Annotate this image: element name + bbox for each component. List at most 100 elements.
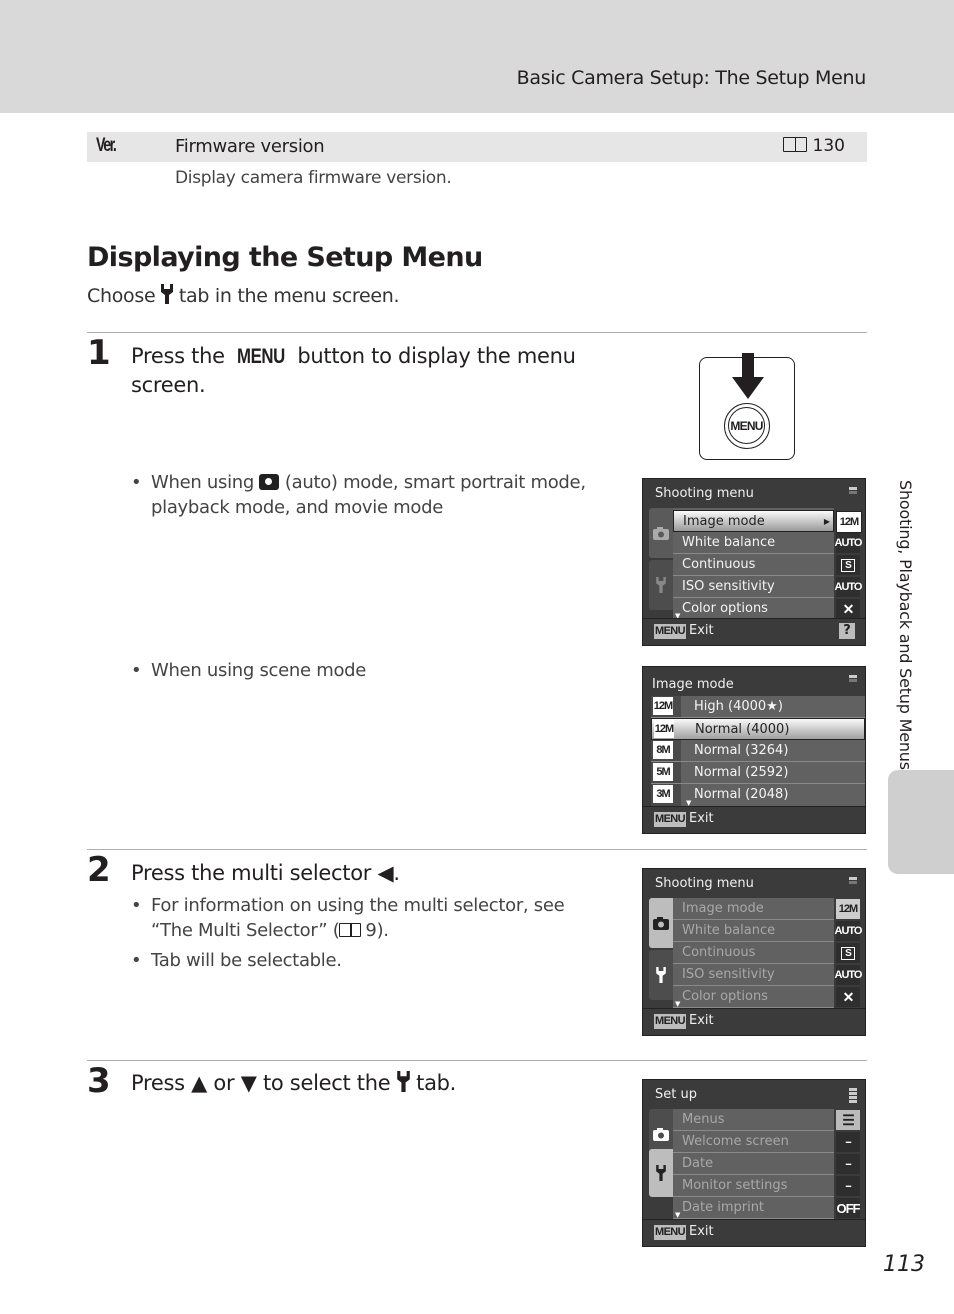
bullet-item: • When using (auto) mode, smart portrait… [131, 470, 601, 520]
camera-screen-shooting-menu: Shooting menu Image mode ▶ White balance … [642, 478, 866, 646]
step-number: 2 [87, 850, 111, 890]
chapter-thumb-tab [888, 770, 954, 874]
menu-list: Menus Welcome screen Date Monitor settin… [673, 1109, 834, 1221]
step-3-or: or [213, 1071, 235, 1095]
exit-label: Exit [689, 1013, 714, 1028]
up-arrow-icon: ▲ [191, 1071, 208, 1095]
scroll-indicator [849, 877, 857, 885]
auto-icon: AUTO [835, 533, 862, 553]
camera-tab[interactable] [649, 508, 673, 558]
screen-footer: MENU Exit [643, 1008, 865, 1035]
exit-label: Exit [689, 811, 714, 826]
auto-icon: AUTO [835, 921, 862, 941]
step-1-pre: Press the [131, 344, 225, 368]
wrench-icon [656, 967, 666, 983]
wrench-tab[interactable] [649, 560, 673, 610]
step-number: 3 [87, 1061, 111, 1101]
size-12m-star-icon: 12M [653, 697, 673, 715]
ref-page: 130 [812, 136, 845, 156]
camera-icon [653, 526, 669, 540]
bullet-item: • Tab will be selectable. [131, 948, 601, 973]
bullet-post: 9). [365, 920, 389, 941]
menu-item[interactable]: Image mode ▶ [673, 510, 834, 532]
menu-item[interactable]: Continuous [673, 942, 834, 964]
side-chapter-label: Shooting, Playback and Setup Menus [896, 480, 915, 770]
page-header: Basic Camera Setup: The Setup Menu [0, 0, 954, 113]
menu-item[interactable]: Color options [673, 598, 834, 620]
firmware-row: Ver. Firmware version 130 [87, 132, 867, 162]
divider [87, 849, 867, 850]
help-icon: ? [839, 623, 855, 639]
camera-tab[interactable] [649, 898, 673, 948]
scroll-indicator [849, 675, 857, 683]
menu-item[interactable]: Monitor settings [673, 1175, 834, 1197]
image-mode-item[interactable]: 12M High (4000★) [651, 696, 865, 718]
subtitle-pre: Choose [87, 285, 156, 307]
wrench-tab[interactable] [649, 950, 673, 1000]
more-down-icon: ▼ [675, 1211, 681, 1219]
auto-icon: AUTO [835, 965, 862, 985]
menu-item[interactable]: Menus [673, 1109, 834, 1131]
divider [87, 1060, 867, 1061]
menu-item[interactable]: White balance [673, 532, 834, 554]
scroll-indicator [849, 1088, 857, 1104]
image-mode-label: Normal (3264) [694, 743, 789, 758]
size-12m-icon: 12M [836, 511, 862, 533]
menu-item[interactable]: Date [673, 1153, 834, 1175]
menu-item-label: Image mode [683, 514, 765, 529]
step-3-post: tab. [416, 1071, 457, 1095]
wrench-icon [656, 1165, 666, 1181]
image-mode-item[interactable]: 3M Normal (2048) ▼ [651, 784, 865, 807]
menu-item[interactable]: ISO sensitivity [673, 964, 834, 986]
color-off-icon: ✕ [836, 987, 860, 1007]
not-set-icon: -- [836, 1154, 860, 1174]
size-12m-icon: 12M [654, 720, 674, 738]
step-1-text: Press the MENU button to display the men… [131, 342, 601, 400]
menu-item[interactable]: Image mode [673, 898, 834, 920]
screen-title: Shooting menu [655, 876, 754, 891]
wrench-icon [396, 1071, 410, 1092]
menu-item[interactable]: Date imprint [673, 1197, 834, 1219]
screen-title: Image mode [652, 677, 734, 692]
right-arrow-icon: ▶ [823, 517, 830, 526]
menu-item[interactable]: ISO sensitivity [673, 576, 834, 598]
bullet-pre: When using [151, 472, 255, 493]
scroll-indicator [849, 487, 857, 495]
section-subtitle: Choose tab in the menu screen. [87, 284, 400, 307]
image-mode-item[interactable]: 12M Normal (4000) [651, 718, 865, 740]
down-arrow-icon [732, 353, 764, 399]
image-mode-list: 12M High (4000★) 12M Normal (4000) 8M Norma… [651, 696, 865, 807]
firmware-label: Firmware version [175, 136, 325, 157]
section-title: Displaying the Setup Menu [87, 242, 483, 273]
menu-item[interactable]: White balance [673, 920, 834, 942]
page-number: 113 [883, 1252, 925, 1277]
version-icon: Ver. [96, 135, 117, 156]
bullet-dot: • [131, 660, 142, 681]
bullet-text: Tab will be selectable. [151, 950, 342, 971]
wrench-tab[interactable] [649, 1149, 673, 1197]
size-5m-icon: 5M [653, 763, 673, 781]
auto-icon: AUTO [835, 577, 862, 597]
menu-item[interactable]: Welcome screen [673, 1131, 834, 1153]
single-shot-icon: S [836, 943, 860, 963]
image-mode-item[interactable]: 8M Normal (3264) [651, 740, 865, 762]
menu-item[interactable]: Color options [673, 986, 834, 1008]
menu-item[interactable]: Continuous [673, 554, 834, 576]
single-shot-icon: S [836, 555, 860, 575]
bullet-dot: • [131, 895, 142, 916]
camera-screen-setup: Set up Menus Welcome screen Date Monitor… [642, 1079, 866, 1247]
menu-list: Image mode ▶ White balance Continuous ISO… [673, 508, 834, 620]
wrench-icon [656, 577, 666, 593]
step-3-text: Press ▲ or ▼ to select the tab. [131, 1069, 456, 1098]
image-mode-item[interactable]: 5M Normal (2592) [651, 762, 865, 784]
book-icon [339, 923, 362, 937]
screen-footer: MENU Exit [643, 1219, 865, 1246]
page-reference[interactable]: 130 [782, 136, 845, 156]
camera-screen-tab-selectable: Shooting menu Image mode White balance C… [642, 868, 866, 1036]
screen-title: Set up [655, 1087, 697, 1102]
more-down-icon: ▼ [675, 1000, 681, 1008]
wrench-icon [161, 284, 174, 304]
menu-badge: MENU [654, 1225, 686, 1240]
step-2-text: Press the multi selector ◀. [131, 859, 400, 888]
image-mode-label: Normal (2048) [694, 787, 789, 802]
